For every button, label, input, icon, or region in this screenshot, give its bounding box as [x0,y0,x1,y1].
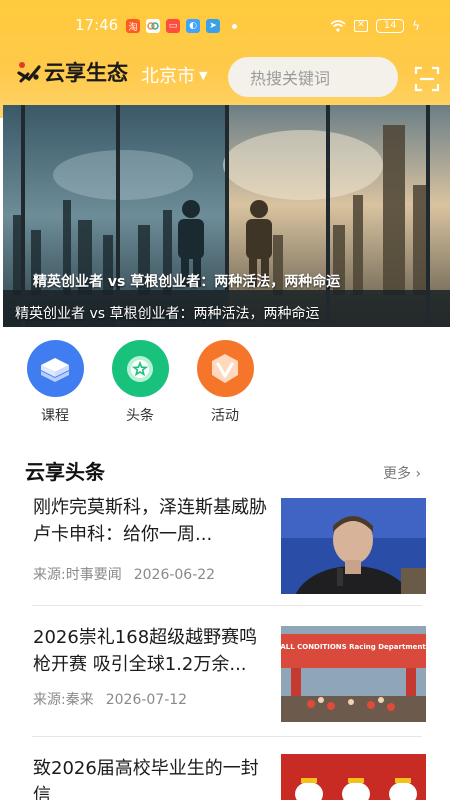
status-bar: 17:46 淘 ▭ ◐ ➤ ✕ 14 ϟ [0,0,450,50]
city-name: 北京市 [141,66,195,87]
taobao-icon: 淘 [126,19,140,33]
news-title: 刚炸完莫斯科，泽连斯基威胁卢卡申科：给你一周... [33,497,267,545]
caret-down-icon: ▼ [199,68,208,82]
search-placeholder: 热搜关键词 [250,69,331,88]
status-right: ✕ 14 ϟ [330,19,420,33]
news-item[interactable]: 2026崇礼168超级越野赛鸣枪开赛 吸引全球1.2万余... 来源:秦来 202… [0,622,450,742]
banner-overlay-title: 精英创业者 vs 草根创业者：两种活法，两种命运 [33,274,341,290]
circle-app-icon: ◐ [186,19,200,33]
city-selector[interactable]: 北京市 ▼ [141,62,207,88]
brand-logo: 云享生态 [16,56,128,88]
link-icon [146,19,160,33]
news-item[interactable]: 刚炸完莫斯科，泽连斯基威胁卢卡申科：给你一周... 来源:时事要闻 2026-06… [0,492,450,612]
banner-carousel[interactable]: 精英创业者 vs 草根创业者：两种活法，两种命运 精英创业者 vs 草根创业者：… [3,105,450,327]
chevron-right-icon: › [411,466,422,482]
race-banner-text: ALL CONDITIONS Racing Department [281,643,426,651]
news-item[interactable]: 致2026届高校毕业生的一封信 [0,753,450,800]
more-label: 更多 [383,466,411,482]
divider [32,736,422,737]
menu-label-activity: 活动 [211,408,239,424]
news-thumbnail: ALL CONDITIONS Racing Department [281,626,426,722]
charging-icon: ϟ [412,19,420,33]
menu-label-headline: 头条 [126,408,154,424]
top-header-background: 17:46 淘 ▭ ◐ ➤ ✕ 14 ϟ 云享生态 北京市 ▼ 热搜关键词 [0,0,450,118]
search-input[interactable]: 热搜关键词 [228,57,398,97]
section-title: 云享头条 [25,460,105,484]
no-sim-icon: ✕ [354,20,369,32]
news-source: 来源:时事要闻 [33,567,122,583]
news-title: 致2026届高校毕业生的一封信 [33,758,259,800]
book-icon: ▭ [166,19,180,33]
course-icon [26,340,84,397]
news-thumbnail [281,498,426,594]
wifi-icon [330,20,346,32]
news-meta: 来源:时事要闻 2026-06-22 [33,564,215,584]
battery-indicator: 14 [376,19,405,33]
banner-image [3,105,450,327]
news-thumbnail [281,754,426,800]
app-header: 云享生态 北京市 ▼ 热搜关键词 [0,50,450,110]
quick-menu: 课程 头条 活动 [0,340,450,430]
banner-caption: 精英创业者 vs 草根创业者：两种活法，两种命运 [15,306,320,322]
news-title: 2026崇礼168超级越野赛鸣枪开赛 吸引全球1.2万余... [33,627,258,675]
more-notifications-dot [232,24,237,29]
headline-icon [111,340,169,397]
brand-logo-icon [17,62,41,83]
activity-icon [196,340,254,397]
menu-label-course: 课程 [41,408,69,424]
menu-item-activity[interactable]: 活动 [190,340,260,425]
scan-icon[interactable] [414,66,440,92]
notification-icons: 淘 ▭ ◐ ➤ [126,19,237,33]
brand-name: 云享生态 [44,61,128,85]
news-meta: 来源:秦来 2026-07-12 [33,689,187,709]
telegram-icon: ➤ [206,19,220,33]
menu-item-headline[interactable]: 头条 [105,340,175,425]
news-date: 2026-06-22 [133,567,216,583]
news-source: 来源:秦来 [33,692,94,708]
status-time: 17:46 [75,16,119,34]
menu-item-course[interactable]: 课程 [20,340,90,425]
divider [32,605,422,606]
more-link[interactable]: 更多 › [383,463,421,483]
news-date: 2026-07-12 [105,692,188,708]
